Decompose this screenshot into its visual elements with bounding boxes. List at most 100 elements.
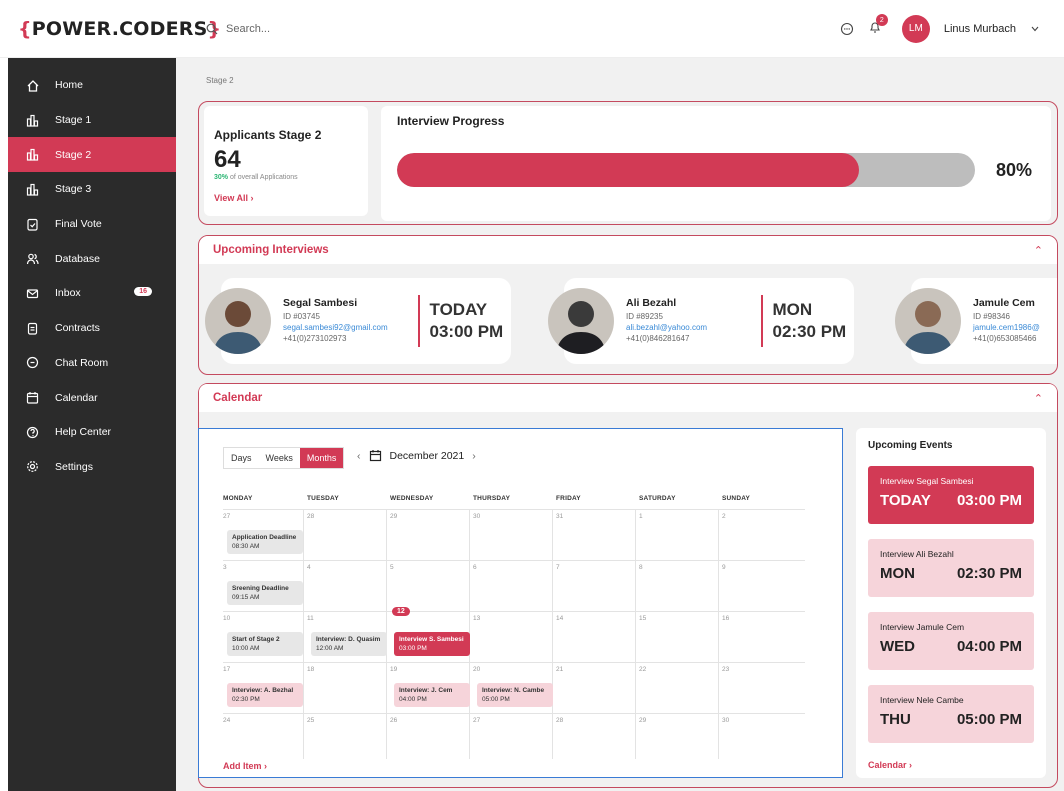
sidebar-item-database[interactable]: Database [8,241,176,276]
interview-card[interactable]: Jamule Cem ID #98346 jamule.cem1986@ +41… [895,278,1057,364]
next-month-icon[interactable]: › [472,450,476,462]
view-switcher: Days Weeks Months [223,447,345,469]
day-header: MONDAY [223,495,253,502]
sidebar-item-label: Contracts [55,322,100,335]
applicants-count: 64 [214,146,241,173]
chevron-down-icon[interactable] [1030,24,1040,34]
day-number[interactable]: 18 [307,666,314,673]
prev-month-icon[interactable]: ‹ [357,450,361,462]
candidate-id: ID #89235 [626,312,663,321]
sidebar-item-final-vote[interactable]: Final Vote [8,207,176,242]
day-number[interactable]: 8 [639,564,643,571]
calendar-event[interactable]: Application Deadline 08:30 AM [227,530,303,554]
view-weeks-button[interactable]: Weeks [259,448,300,468]
day-number[interactable]: 24 [223,717,230,724]
sidebar-item-contracts[interactable]: Contracts [8,311,176,346]
event-title: Interview Ali Bezahl [880,549,954,559]
calendar-event[interactable]: Interview S. Sambesi 03:00 PM [394,632,470,656]
breadcrumb: Stage 2 [206,76,234,85]
upcoming-event-card[interactable]: Interview Jamule Cem WED 04:00 PM [868,612,1034,670]
candidate-email[interactable]: ali.bezahl@yahoo.com [626,322,751,333]
collapse-interviews-icon[interactable]: ⌃ [1034,244,1043,257]
interview-card[interactable]: Segal Sambesi ID #03745 segal.sambesi92@… [205,278,511,364]
event-time: 03:00 PM [956,492,1022,509]
day-number[interactable]: 1 [639,513,643,520]
candidate-email[interactable]: segal.sambesi92@gmail.com [283,322,408,333]
sidebar-item-chat-room[interactable]: Chat Room [8,346,176,381]
chat-icon [26,357,39,369]
sidebar-item-calendar[interactable]: Calendar [8,380,176,415]
day-number[interactable]: 16 [722,615,729,622]
day-number[interactable]: 9 [722,564,726,571]
logo[interactable]: {POWER.CODERS} [0,18,221,40]
calendar-event[interactable]: Sreening Deadline 09:15 AM [227,581,303,605]
day-number[interactable]: 23 [722,666,729,673]
calendar-event[interactable]: Interview: A. Bezhal 02:30 PM [227,683,303,707]
upcoming-event-card[interactable]: Interview Nele Cambe THU 05:00 PM [868,685,1034,743]
interview-time: 03:00 PM [429,322,504,341]
day-number[interactable]: 26 [390,717,397,724]
view-all-link[interactable]: View All › [214,193,358,203]
sidebar-item-stage-1[interactable]: Stage 1 [8,103,176,138]
collapse-calendar-icon[interactable]: ⌃ [1034,392,1043,405]
sidebar-item-home[interactable]: Home [8,68,176,103]
avatar[interactable]: LM [901,14,930,43]
day-number[interactable]: 27 [223,513,230,520]
sidebar-item-help-center[interactable]: Help Center [8,415,176,450]
view-months-button[interactable]: Months [299,448,344,468]
help-icon [26,426,39,438]
day-number[interactable]: 10 [223,615,230,622]
chat-icon[interactable] [840,22,854,36]
day-number[interactable]: 15 [639,615,646,622]
upcoming-event-card[interactable]: Interview Segal Sambesi TODAY 03:00 PM [868,466,1034,524]
day-number[interactable]: 17 [223,666,230,673]
notifications-button[interactable]: 2 [868,14,888,37]
today-badge[interactable]: 12 [392,607,410,616]
day-number[interactable]: 30 [473,513,480,520]
sidebar-item-stage-2[interactable]: Stage 2 [8,137,176,173]
inbox-badge: 16 [134,287,152,297]
day-number[interactable]: 6 [473,564,477,571]
day-number[interactable]: 28 [556,717,563,724]
day-number[interactable]: 29 [390,513,397,520]
calendar-icon [26,392,39,404]
calendar-event[interactable]: Interview: J. Cem 04:00 PM [394,683,470,707]
candidate-id: ID #03745 [283,312,320,321]
day-number[interactable]: 29 [639,717,646,724]
search-input[interactable]: Search... [226,23,270,35]
day-number[interactable]: 13 [473,615,480,622]
applicants-percent: 30% [214,174,229,181]
day-number[interactable]: 21 [556,666,563,673]
candidate-email[interactable]: jamule.cem1986@ [973,322,1057,333]
calendar-event[interactable]: Interview: D. Quasim 12:00 AM [311,632,387,656]
day-header: THURSDAY [473,495,511,502]
search-box[interactable]: Search... [206,23,270,35]
day-number[interactable]: 20 [473,666,480,673]
day-number[interactable]: 30 [722,717,729,724]
calendar-event[interactable]: Interview: N. Cambe 05:00 PM [477,683,553,707]
day-number[interactable]: 7 [556,564,560,571]
sidebar-item-settings[interactable]: Settings [8,450,176,485]
calendar-link[interactable]: Calendar › [868,760,912,770]
day-number[interactable]: 2 [722,513,726,520]
day-number[interactable]: 14 [556,615,563,622]
day-number[interactable]: 27 [473,717,480,724]
day-number[interactable]: 4 [307,564,311,571]
add-item-link[interactable]: Add Item › [223,761,267,771]
day-number[interactable]: 19 [390,666,397,673]
sidebar-item-inbox[interactable]: Inbox 16 [8,276,176,311]
day-number[interactable]: 28 [307,513,314,520]
day-number[interactable]: 5 [390,564,394,571]
day-number[interactable]: 3 [223,564,227,571]
interview-card[interactable]: Ali Bezahl ID #89235 ali.bezahl@yahoo.co… [548,278,854,364]
user-name[interactable]: Linus Murbach [944,23,1016,35]
view-days-button[interactable]: Days [224,448,259,468]
interview-time: 02:30 PM [772,322,847,341]
calendar-event[interactable]: Start of Stage 2 10:00 AM [227,632,303,656]
day-number[interactable]: 11 [307,615,314,622]
day-number[interactable]: 31 [556,513,563,520]
upcoming-event-card[interactable]: Interview Ali Bezahl MON 02:30 PM [868,539,1034,597]
day-number[interactable]: 25 [307,717,314,724]
sidebar-item-stage-3[interactable]: Stage 3 [8,172,176,207]
day-number[interactable]: 22 [639,666,646,673]
